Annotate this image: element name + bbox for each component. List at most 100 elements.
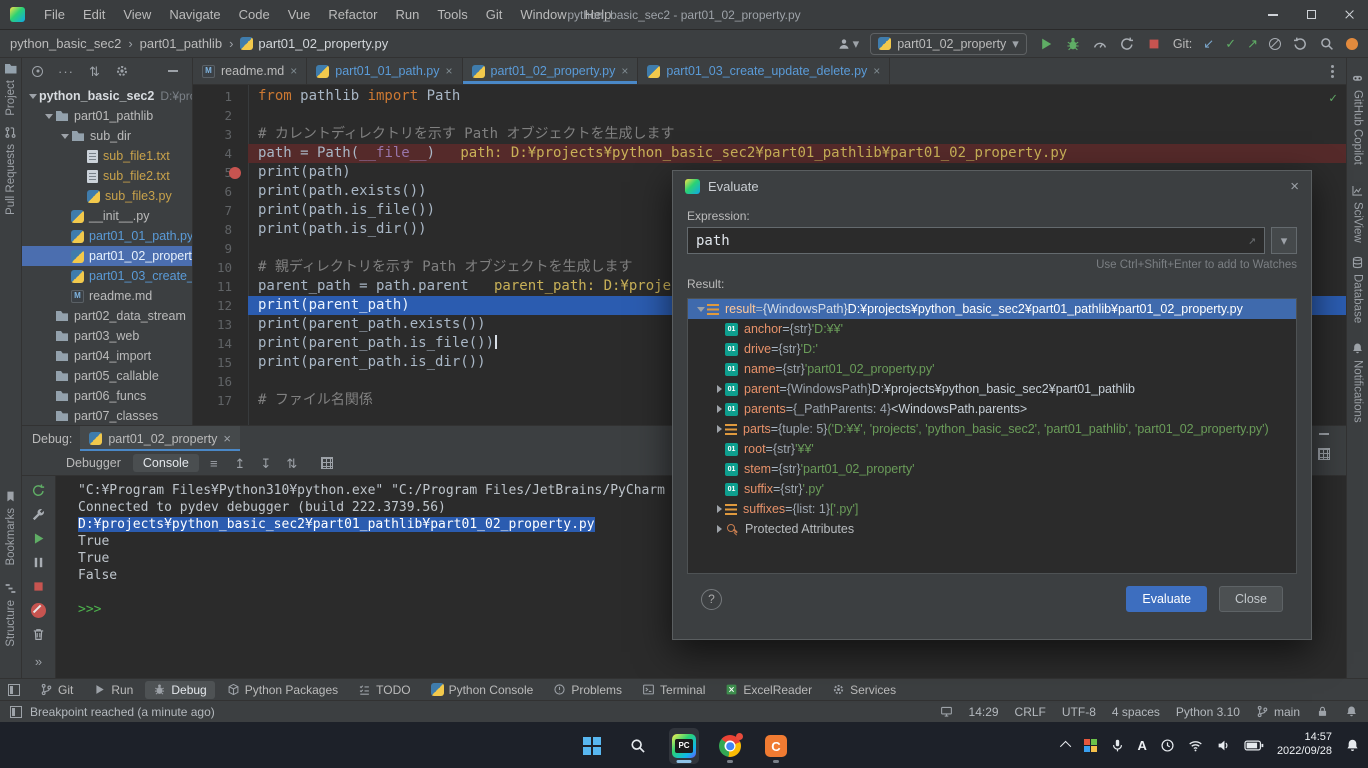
tray-app-icon[interactable] xyxy=(1084,739,1097,752)
menu-file[interactable]: File xyxy=(35,0,74,30)
tree-item-sub-file3-py[interactable]: sub_file3.py xyxy=(22,186,192,206)
menu-navigate[interactable]: Navigate xyxy=(160,0,229,30)
tray-overflow-icon[interactable] xyxy=(1059,741,1070,752)
menu-tools[interactable]: Tools xyxy=(428,0,476,30)
tree-item-sub-dir[interactable]: sub_dir xyxy=(22,126,192,146)
maximize-button[interactable] xyxy=(1292,0,1330,29)
start-button[interactable] xyxy=(577,728,607,764)
volume-icon[interactable] xyxy=(1216,738,1231,753)
tool-strip-button-project[interactable]: Project xyxy=(0,62,21,116)
tree-item-part01-02-property-py[interactable]: part01_02_property.py xyxy=(22,246,192,266)
chevron-right-icon[interactable] xyxy=(712,502,725,516)
close-tab-icon[interactable] xyxy=(621,65,628,77)
close-tab-icon[interactable] xyxy=(873,65,880,77)
menu-run[interactable]: Run xyxy=(387,0,429,30)
tab-part01-01-path-py[interactable]: part01_01_path.py xyxy=(307,58,462,84)
tool-button-excelreader[interactable]: ExcelReader xyxy=(717,681,820,699)
scroll-to-top-icon[interactable] xyxy=(229,457,251,470)
tree-item-init-py[interactable]: __init__.py xyxy=(22,206,192,226)
tab-part01-02-property-py[interactable]: part01_02_property.py xyxy=(463,58,639,84)
line-number[interactable]: 4 xyxy=(193,144,248,163)
status-item-4-spaces[interactable]: 4 spaces xyxy=(1112,705,1160,719)
taskbar-pycharm-button[interactable] xyxy=(669,728,699,764)
line-number[interactable]: 17 xyxy=(193,391,248,410)
expand-collapse-icon[interactable] xyxy=(89,65,100,78)
code-text[interactable]: from pathlib import Path xyxy=(248,87,1346,106)
rerun-button[interactable] xyxy=(1119,36,1135,52)
tree-item-part02-data-stream[interactable]: part02_data_stream xyxy=(22,306,192,326)
chevron-right-icon[interactable] xyxy=(712,402,725,416)
tool-strip-button-structure[interactable]: Structure xyxy=(0,582,21,647)
tree-item-part03-web[interactable]: part03_web xyxy=(22,326,192,346)
code-text[interactable]: # カレントディレクトリを示す Path オブジェクトを生成します xyxy=(248,125,1346,144)
chevron-down-icon[interactable] xyxy=(58,129,71,143)
line-number[interactable]: 16 xyxy=(193,372,248,391)
debug-session-tab[interactable]: part01_02_property xyxy=(80,426,240,451)
result-tree-item-stem[interactable]: 01stem = {str} 'part01_02_property' xyxy=(688,459,1296,479)
chevron-right-icon[interactable] xyxy=(712,522,725,536)
tool-button-python-packages[interactable]: Python Packages xyxy=(219,681,346,699)
status-item-main[interactable]: main xyxy=(1256,705,1300,719)
breadcrumb-item-part01-02-property-py[interactable]: part01_02_property.py xyxy=(240,36,388,51)
result-tree-item-parent[interactable]: 01parent = {WindowsPath} D:¥projects¥pyt… xyxy=(688,379,1296,399)
taskbar-chrome-button[interactable] xyxy=(715,728,745,764)
line-number[interactable]: 6 xyxy=(193,182,248,201)
debug-button[interactable] xyxy=(1065,36,1081,52)
line-number[interactable]: 8 xyxy=(193,220,248,239)
tree-item-part01-01-path-py[interactable]: part01_01_path.py xyxy=(22,226,192,246)
status-item-python-3-10[interactable]: Python 3.10 xyxy=(1176,705,1240,719)
ime-mode-indicator[interactable]: A xyxy=(1138,739,1147,752)
stop-process-icon[interactable] xyxy=(31,579,46,594)
tool-strip-button-database[interactable]: Database xyxy=(1347,256,1368,323)
tool-button-services[interactable]: Services xyxy=(824,681,904,699)
tool-strip-button-notifications[interactable]: Notifications xyxy=(1347,342,1368,423)
tool-button-run[interactable]: Run xyxy=(85,681,141,699)
chevron-down-icon[interactable] xyxy=(694,302,707,316)
settings-wrench-icon[interactable] xyxy=(31,507,46,522)
run-configuration-select[interactable]: part01_02_property xyxy=(870,33,1027,55)
ide-settings-update-icon[interactable] xyxy=(1346,38,1358,50)
line-number[interactable]: 3 xyxy=(193,125,248,144)
close-icon[interactable] xyxy=(1290,179,1299,194)
result-tree-item-suffixes[interactable]: suffixes = {list: 1} ['.py'] xyxy=(688,499,1296,519)
debug-tab-console[interactable]: Console xyxy=(133,454,199,472)
menu-window[interactable]: Window xyxy=(511,0,575,30)
line-number[interactable]: 15 xyxy=(193,353,248,372)
monitor-icon[interactable] xyxy=(940,705,953,718)
menu-edit[interactable]: Edit xyxy=(74,0,114,30)
clock-app-icon[interactable] xyxy=(1160,738,1175,753)
wifi-icon[interactable] xyxy=(1188,738,1203,753)
resume-program-icon[interactable] xyxy=(31,531,46,546)
close-dialog-button[interactable]: Close xyxy=(1219,586,1283,612)
line-number[interactable]: 10 xyxy=(193,258,248,277)
git-history-icon[interactable] xyxy=(1269,38,1281,50)
lock-icon[interactable] xyxy=(1316,705,1329,718)
layout-settings-icon[interactable] xyxy=(1318,448,1330,460)
tree-item-part01-03-create-update-delete-py[interactable]: part01_03_create_update_delete.py xyxy=(22,266,192,286)
line-number[interactable]: 14 xyxy=(193,334,248,353)
tool-strip-button-sciview[interactable]: SciView xyxy=(1347,184,1368,243)
tab-options-icon[interactable] xyxy=(1331,70,1334,73)
line-number[interactable]: 13 xyxy=(193,315,248,334)
code-text[interactable]: path = Path(__file__) path: D:¥projects¥… xyxy=(248,144,1346,163)
clear-console-icon[interactable] xyxy=(31,627,46,642)
tool-strip-button-github-copilot[interactable]: GitHub Copilot xyxy=(1347,72,1368,165)
tree-item-part05-callable[interactable]: part05_callable xyxy=(22,366,192,386)
chevron-right-icon[interactable] xyxy=(712,422,725,436)
hide-panel-icon[interactable] xyxy=(168,70,178,72)
stop-button[interactable] xyxy=(1146,36,1162,52)
locate-file-icon[interactable] xyxy=(32,66,43,77)
line-number[interactable]: 11 xyxy=(193,277,248,296)
tool-button-debug[interactable]: Debug xyxy=(145,681,214,699)
breakpoint-dot[interactable] xyxy=(229,167,241,179)
tree-item-python-basic-sec2[interactable]: python_basic_sec2D:¥projects xyxy=(22,86,192,106)
taskbar-clock[interactable]: 14:57 2022/09/28 xyxy=(1277,731,1332,759)
menu-view[interactable]: View xyxy=(114,0,160,30)
status-message[interactable]: Breakpoint reached (a minute ago) xyxy=(30,705,215,719)
menu-help[interactable]: Help xyxy=(576,0,621,30)
result-tree-item-parts[interactable]: parts = {tuple: 5} ('D:¥¥', 'projects', … xyxy=(688,419,1296,439)
expand-editor-icon[interactable] xyxy=(1248,234,1256,247)
tree-item-part04-import[interactable]: part04_import xyxy=(22,346,192,366)
close-button[interactable] xyxy=(1330,0,1368,29)
more-actions-icon[interactable] xyxy=(35,655,42,668)
